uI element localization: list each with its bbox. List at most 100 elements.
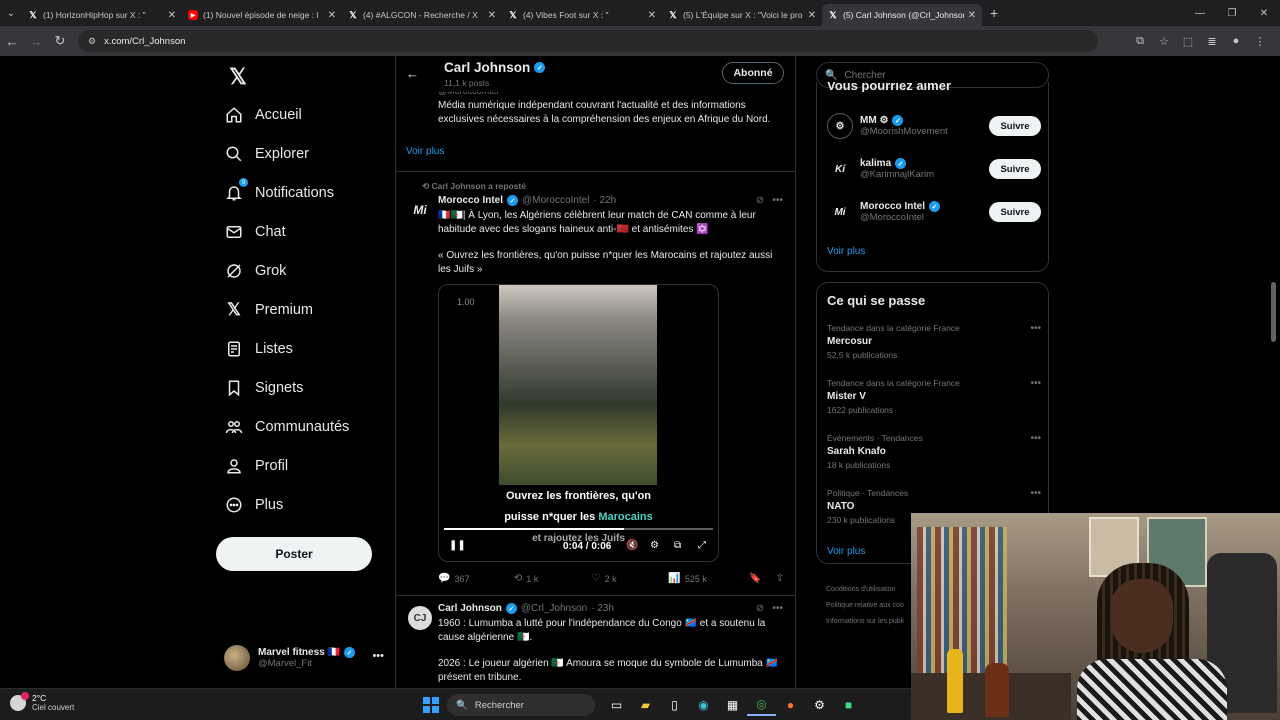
forward-icon[interactable]: → — [24, 29, 48, 53]
new-tab-button[interactable]: + — [982, 5, 1006, 21]
bookmark-button[interactable]: 🔖 — [749, 573, 765, 584]
nav-item-profil[interactable]: Profil — [216, 451, 288, 481]
store-icon[interactable]: ▦ — [718, 694, 747, 716]
suggestion-item[interactable]: Mi Morocco Intel ✓ @MoroccoIntel Suivre — [827, 195, 1041, 229]
back-arrow-icon[interactable]: ← — [406, 66, 419, 81]
close-icon[interactable]: ✕ — [488, 10, 496, 21]
browser-tab[interactable]: 𝕏 (5) L'Équipe sur X : "Voici le pro ✕ — [662, 4, 822, 26]
pause-icon[interactable]: ❚❚ — [449, 540, 466, 551]
file-explorer-icon[interactable]: ▰ — [631, 694, 660, 716]
taskbar-search[interactable]: 🔍 Rechercher — [447, 694, 595, 716]
x-logo-icon[interactable]: 𝕏 — [225, 64, 251, 90]
nav-item-listes[interactable]: Listes — [216, 334, 293, 364]
fullscreen-icon[interactable]: ⤢ — [698, 540, 706, 551]
url-field[interactable]: ⚙ x.com/Crl_Johnson — [78, 30, 1098, 52]
browser-tab-active[interactable]: 𝕏 (5) Carl Johnson (@Crl_Johnson ✕ — [822, 4, 982, 26]
close-window-icon[interactable]: ✕ — [1248, 0, 1280, 26]
app-icon[interactable]: ■ — [834, 694, 863, 716]
more-icon[interactable]: ••• — [1030, 433, 1041, 444]
avatar[interactable]: Mi — [408, 198, 432, 222]
nav-item-chat[interactable]: Chat — [216, 217, 286, 247]
restore-icon[interactable]: ❐ — [1216, 0, 1248, 26]
site-info-icon[interactable]: ⚙ — [88, 36, 96, 47]
trend-item[interactable]: Événements · Tendances Sarah Knafo 18 k … — [827, 433, 1041, 470]
trend-item[interactable]: Tendance dans la catégorie France Mister… — [827, 378, 1041, 415]
nav-item-signets[interactable]: Signets — [216, 373, 303, 403]
browser-tab[interactable]: 𝕏 (4) #ALGCON - Recherche / X ✕ — [342, 4, 502, 26]
task-view-icon[interactable]: ▭ — [602, 694, 631, 716]
chrome-icon[interactable]: ◎ — [747, 694, 776, 716]
more-icon[interactable]: ••• — [772, 195, 783, 206]
voir-plus-link[interactable]: Voir plus — [406, 146, 444, 157]
minimize-icon[interactable]: — — [1184, 0, 1216, 26]
media-icon[interactable]: ≣ — [1200, 29, 1224, 53]
close-icon[interactable]: ✕ — [328, 10, 336, 21]
mute-icon[interactable]: 🔇 — [626, 540, 638, 551]
account-switcher[interactable]: Marvel fitness 🇫🇷 ✓ @Marvel_Fit ••• — [224, 642, 384, 674]
more-icon[interactable]: ••• — [372, 650, 384, 662]
video-progress-bar[interactable] — [444, 528, 713, 530]
share-button[interactable]: ⇪ — [776, 573, 788, 584]
more-icon[interactable]: ••• — [1030, 378, 1041, 389]
browser-tab[interactable]: ▶ (1) Nouvel épisode de neige : l ✕ — [182, 4, 342, 26]
trend-item[interactable]: Tendance dans la catégorie France Mercos… — [827, 323, 1041, 360]
avatar[interactable]: CJ — [408, 606, 432, 630]
close-icon[interactable]: ✕ — [648, 10, 656, 21]
video-player[interactable]: 1.00 Ouvrez les frontières, qu'on puisse… — [438, 284, 719, 562]
nav-item-accueil[interactable]: Accueil — [216, 100, 302, 130]
grok-icon[interactable]: ⊘ — [756, 603, 764, 614]
tab-search-icon[interactable]: ⌄ — [0, 0, 22, 26]
edge-icon[interactable]: ◉ — [689, 694, 718, 716]
nav-item-premium[interactable]: 𝕏 Premium — [216, 295, 313, 325]
search-icon: 🔍 — [825, 69, 838, 81]
suggestion-item[interactable]: Kí kalima ✓ @KarimnajlKarim Suivre — [827, 152, 1041, 186]
notepad-icon[interactable]: ▯ — [660, 694, 689, 716]
views-button[interactable]: 📊 525 k — [668, 573, 749, 584]
close-icon[interactable]: ✕ — [168, 10, 176, 21]
browser-tab[interactable]: 𝕏 (1) HorizonHipHop sur X : " ✕ — [22, 4, 182, 26]
follow-button[interactable]: Suivre — [989, 202, 1041, 222]
nav-item-explorer[interactable]: Explorer — [216, 139, 309, 169]
like-button[interactable]: ♡ 2 k — [592, 573, 669, 584]
suggestions-box: Vous pourriez aimer ⚙ MM ⚙ ✓ @MoorishMovem… — [816, 82, 1049, 272]
close-icon[interactable]: ✕ — [968, 10, 976, 21]
voir-plus-link[interactable]: Voir plus — [827, 246, 865, 257]
reload-icon[interactable]: ↻ — [48, 29, 72, 53]
following-button[interactable]: Abonné — [722, 62, 784, 84]
more-icon[interactable]: ••• — [1030, 488, 1041, 499]
pip-icon[interactable]: ⧉ — [674, 540, 681, 551]
browser-tab[interactable]: 𝕏 (4) Vibes Foot sur X : " ✕ — [502, 4, 662, 26]
settings-icon[interactable]: ⚙ — [650, 540, 659, 551]
footer-link[interactable]: Politique relative aux coo — [826, 598, 904, 614]
weather-widget[interactable]: 2°C Ciel couvert — [10, 691, 74, 712]
footer-link[interactable]: Conditions d'utilisation — [826, 582, 904, 598]
firefox-icon[interactable]: ● — [776, 694, 805, 716]
back-icon[interactable]: ← — [0, 29, 24, 53]
nav-item-plus[interactable]: Plus — [216, 490, 283, 520]
star-icon[interactable]: ☆ — [1152, 29, 1176, 53]
cast-icon[interactable]: ⧉ — [1128, 29, 1152, 53]
footer-link[interactable]: Informations sur les publi — [826, 614, 904, 630]
menu-icon[interactable]: ⋮ — [1248, 29, 1272, 53]
reply-button[interactable]: 💬 367 — [438, 573, 514, 584]
more-icon[interactable]: ••• — [1030, 323, 1041, 334]
follow-button[interactable]: Suivre — [989, 159, 1041, 179]
follow-button[interactable]: Suivre — [989, 116, 1041, 136]
nav-item-grok[interactable]: Grok — [216, 256, 286, 286]
playback-speed[interactable]: 1.00 — [457, 297, 475, 307]
video-frame[interactable] — [499, 285, 657, 485]
extensions-icon[interactable]: ⬚ — [1176, 29, 1200, 53]
nav-item-communautes[interactable]: Communautés — [216, 412, 349, 442]
scrollbar-thumb[interactable] — [1271, 282, 1276, 342]
grok-icon[interactable]: ⊘ — [756, 195, 764, 206]
suggestion-item[interactable]: ⚙ MM ⚙ ✓ @MoorishMovement Suivre — [827, 109, 1041, 143]
voir-plus-link[interactable]: Voir plus — [827, 546, 865, 557]
more-icon[interactable]: ••• — [772, 603, 783, 614]
profile-icon[interactable]: ● — [1224, 29, 1248, 53]
windows-start-icon[interactable] — [423, 697, 439, 713]
nav-item-notifications[interactable]: 9 Notifications — [216, 178, 334, 208]
repost-button[interactable]: ⟲ 1 k — [514, 573, 592, 584]
close-icon[interactable]: ✕ — [808, 10, 816, 21]
post-button[interactable]: Poster — [216, 537, 372, 571]
settings-icon[interactable]: ⚙ — [805, 694, 834, 716]
